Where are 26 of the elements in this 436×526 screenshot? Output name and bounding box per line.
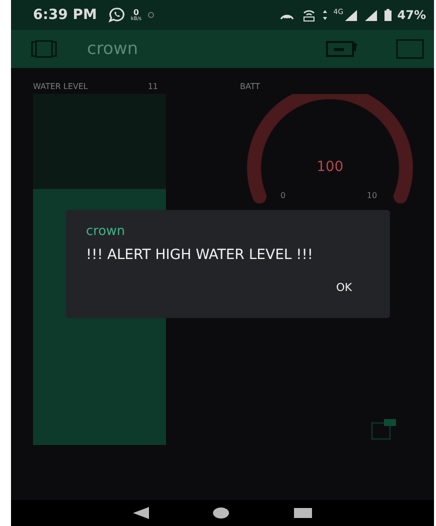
dialog-message: !!! ALERT HIGH WATER LEVEL !!!: [86, 247, 314, 263]
widget-label: BATT: [240, 81, 261, 93]
device-icon[interactable]: [31, 39, 57, 59]
app-title: crown: [87, 39, 138, 59]
wifi-calling-icon: [301, 8, 318, 22]
battery-add-icon[interactable]: [326, 40, 360, 58]
signal-icon: [363, 9, 380, 21]
battery-percent-text: 47%: [397, 8, 426, 22]
widget-label: WATER LEVEL: [33, 81, 88, 93]
widget-box-icon[interactable]: [371, 418, 397, 440]
signal-icon: [344, 9, 358, 21]
gauge-max: 10: [366, 191, 378, 200]
back-icon[interactable]: [132, 506, 150, 520]
data-arrows-icon: [322, 9, 328, 21]
battery-icon: [384, 9, 392, 21]
clock-text: 6:39 PM: [33, 7, 97, 23]
gauge-min: 0: [280, 191, 286, 200]
notification-dot-icon: [146, 10, 155, 20]
square-icon[interactable]: [396, 39, 424, 59]
recents-icon[interactable]: [292, 507, 313, 519]
widget-value: 11: [148, 81, 158, 93]
chat-bubble-icon: [108, 7, 126, 23]
dialog-title: crown: [86, 224, 126, 239]
ok-button[interactable]: OK: [328, 277, 360, 298]
gauge-value: 100: [316, 159, 344, 175]
home-icon[interactable]: [212, 507, 230, 519]
